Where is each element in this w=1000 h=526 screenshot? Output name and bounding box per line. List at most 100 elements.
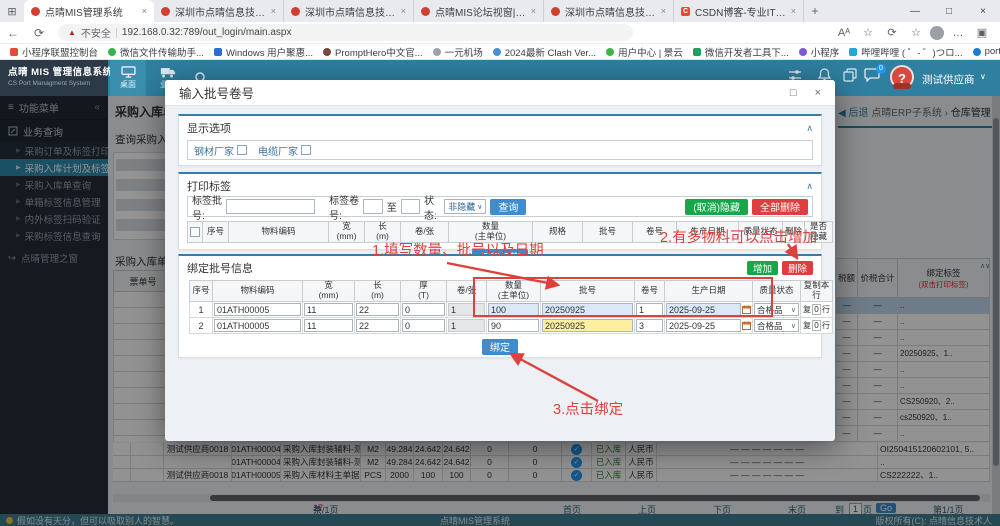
current-user-label[interactable]: 测试供应商 — [922, 72, 975, 87]
length-input[interactable]: 22 — [356, 319, 399, 332]
bookmark-item[interactable]: Windows 用户聚惠... — [210, 45, 317, 59]
label-batch-input[interactable] — [226, 199, 316, 214]
browser-tab-6[interactable]: C CSDN博客-专业IT技术发表平台 × — [674, 0, 804, 22]
production-date-input[interactable]: 2025-09-25 — [666, 303, 741, 316]
site-favicon — [551, 6, 560, 16]
bind-button[interactable]: 绑定 — [482, 338, 518, 355]
roll-from-input[interactable] — [363, 199, 383, 214]
chat-badge: 0 — [876, 64, 886, 74]
bookmark-item[interactable]: 一元机场 — [429, 45, 487, 59]
bookmark-item[interactable]: 小程序联盟控制台 — [6, 45, 102, 59]
favorites-bar-icon[interactable]: ☆ — [906, 26, 926, 39]
quality-status-select[interactable]: 合格品 ∨ — [754, 303, 799, 316]
roll-no-input[interactable]: 1 — [636, 303, 663, 316]
url-text: 192.168.0.32:789/out_login/main.aspx — [121, 27, 292, 38]
window-minimize-button[interactable]: — — [898, 0, 932, 22]
quality-status-select[interactable]: 合格品 ∨ — [754, 319, 799, 332]
reload-alt-icon[interactable]: ⟳ — [882, 26, 902, 39]
bookmark-item[interactable]: 哔哩哔哩 ( ゜- ゜)つロ... — [845, 45, 966, 59]
batch-no-input[interactable]: 20250925 — [542, 319, 633, 332]
bookmark-item[interactable]: 用户中心 | 景云 — [602, 45, 687, 59]
print-label-form: 标签批号: 标签卷号: 至 状态: 非隐藏 ∨ 查询 (取消)隐藏 全部删除 — [187, 196, 813, 222]
calendar-icon[interactable] — [742, 321, 751, 330]
cable-vendor-label: 电缆厂家 — [258, 146, 298, 158]
tab-close-icon[interactable]: × — [271, 6, 276, 16]
bookmark-item[interactable]: 小程序 — [795, 45, 844, 59]
monitor-icon — [120, 66, 136, 78]
calendar-icon[interactable] — [742, 305, 751, 314]
copy-count-input[interactable]: 0 — [812, 320, 821, 331]
production-date-input[interactable]: 2025-09-25 — [666, 319, 741, 332]
favorite-star-icon[interactable]: ☆ — [858, 26, 878, 39]
tab-close-icon[interactable]: × — [531, 6, 536, 16]
tab-close-icon[interactable]: × — [401, 6, 406, 16]
window-copy-icon[interactable] — [843, 68, 857, 82]
truck-icon — [160, 67, 176, 77]
dialog-title-bar[interactable]: 输入批号卷号 □ × — [165, 80, 835, 106]
select-all-checkbox[interactable] — [190, 227, 200, 237]
roll-no-input[interactable]: 3 — [636, 319, 663, 332]
delete-row-button[interactable]: 删除 — [781, 261, 813, 275]
sidebar-toggle-icon[interactable]: ▣ — [972, 26, 992, 39]
thickness-input[interactable]: 0 — [402, 319, 445, 332]
window-close-button[interactable]: × — [966, 0, 1000, 22]
copy-count-input[interactable]: 0 — [812, 304, 821, 315]
width-input[interactable]: 11 — [304, 319, 353, 332]
roll-to-input[interactable] — [400, 199, 421, 214]
browser-tab-4[interactable]: 点晴MIS论坛视窗|点晴免费O × — [414, 0, 544, 22]
nav-item-desktop[interactable]: 桌面 — [110, 60, 146, 96]
reload-button[interactable]: ⟳ — [26, 26, 52, 40]
material-code-input[interactable]: 01ATH00005 — [214, 319, 301, 332]
user-avatar[interactable]: ? — [890, 65, 914, 89]
steel-vendor-checkbox[interactable] — [237, 145, 247, 155]
dialog-maximize-icon[interactable]: □ — [790, 87, 797, 99]
more-menu-icon[interactable]: … — [948, 27, 968, 39]
user-dropdown-icon[interactable]: ∨ — [980, 72, 986, 81]
header-checkbox-cell — [187, 221, 203, 243]
batch-no-input[interactable]: 20250925 — [542, 303, 633, 316]
tab-search-icon[interactable]: ⊞ — [0, 0, 24, 22]
bookmark-favicon — [972, 47, 981, 56]
back-button[interactable]: ← — [0, 26, 26, 40]
thickness-input[interactable]: 0 — [402, 303, 445, 316]
row-seq: 1 — [189, 302, 213, 318]
collapse-panel-icon[interactable]: ∧ — [806, 181, 813, 192]
bookmark-item[interactable]: PromptHero中文官... — [319, 45, 427, 59]
text-size-icon[interactable]: Aᴬ — [834, 27, 854, 39]
bookmark-item[interactable]: 2024最新 Clash Ver... — [489, 45, 600, 59]
status-select[interactable]: 非隐藏 ∨ — [444, 199, 487, 214]
quantity-input[interactable]: 100 — [488, 303, 539, 316]
length-input[interactable]: 22 — [356, 303, 399, 316]
roll-count-input: 1 — [448, 303, 485, 316]
material-code-input[interactable]: 01ATH00005 — [214, 303, 301, 316]
query-button[interactable]: 查询 — [490, 198, 527, 215]
profile-avatar[interactable] — [930, 25, 944, 40]
browser-tab-2[interactable]: 深圳市点晴信息技术有限公司点晴 × — [154, 0, 284, 22]
browser-tab-3[interactable]: 深圳市点晴信息技术有限公司点晴 × — [284, 0, 414, 22]
bookmark-item[interactable]: 微信开发者工具下... — [689, 45, 793, 59]
bookmark-item[interactable]: portal.qiniu.com/ia... — [969, 46, 1000, 57]
toggle-hide-button[interactable]: (取消)隐藏 — [685, 198, 748, 215]
site-favicon — [161, 6, 170, 16]
add-row-button[interactable]: 增加 — [746, 261, 778, 275]
dialog-close-icon[interactable]: × — [815, 87, 821, 99]
delete-all-button[interactable]: 全部删除 — [752, 198, 808, 215]
tab-close-icon[interactable]: × — [791, 6, 796, 16]
bookmark-item[interactable]: 微信文件传输助手... — [104, 45, 208, 59]
cable-vendor-checkbox[interactable] — [301, 145, 311, 155]
url-field[interactable]: ▲ 不安全 192.168.0.32:789/out_login/main.as… — [58, 24, 633, 41]
bookmark-favicon — [849, 47, 858, 56]
collapse-panel-icon[interactable]: ∧ — [806, 123, 813, 134]
bind-batch-table: 序号 物料编码 宽 (mm) 长 (m) 厚 (T) 卷/张 数量 (主单位) … — [189, 280, 833, 334]
tab-close-icon[interactable]: × — [142, 6, 147, 16]
width-input[interactable]: 11 — [304, 303, 353, 316]
new-tab-button[interactable]: + — [804, 0, 826, 22]
browser-tab-5[interactable]: 深圳市点晴信息技术有限公司点晴 × — [544, 0, 674, 22]
quantity-input[interactable]: 90 — [488, 319, 539, 332]
print-label-table-header: 序号 物料编码 宽 (mm) 长 (m) 卷/张 数量 (主单位) 规格 批号 … — [187, 221, 833, 243]
window-maximize-button[interactable]: □ — [932, 0, 966, 22]
browser-tab-1[interactable]: 点晴MIS管理系统 × — [24, 0, 154, 22]
tab-close-icon[interactable]: × — [661, 6, 666, 16]
toolbar-icons: Aᴬ ☆ ⟳ ☆ … ▣ — [834, 25, 1000, 40]
browser-tab-strip: ⊞ 点晴MIS管理系统 × 深圳市点晴信息技术有限公司点晴 × 深圳市点晴信息技… — [0, 0, 1000, 22]
